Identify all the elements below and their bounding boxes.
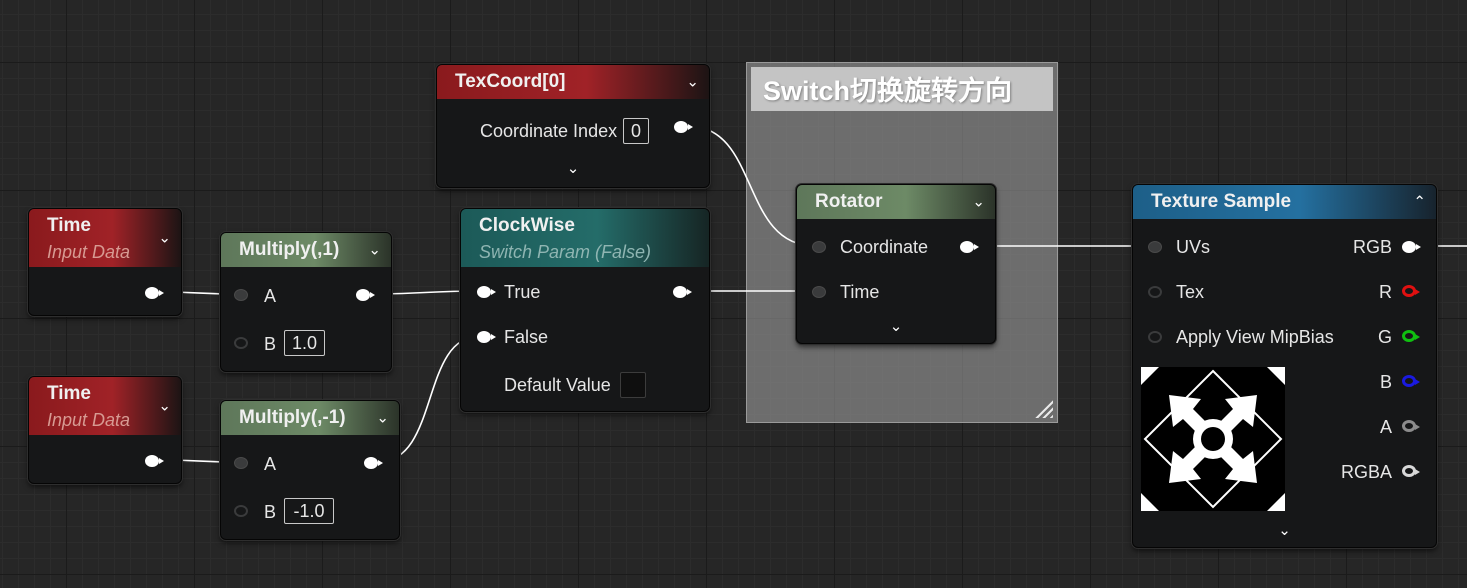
pin-false-label: False [504, 327, 549, 347]
pin-a-label: A [264, 454, 277, 474]
pin-a-output[interactable] [1402, 420, 1420, 432]
pin-b[interactable] [234, 505, 248, 517]
clockwise-output-pin[interactable] [673, 286, 692, 298]
pin-true[interactable] [477, 286, 496, 298]
clockwise-header[interactable]: ClockWise Switch Param (False) [461, 209, 709, 267]
pin-a-label: A [264, 286, 277, 306]
clockwise-switch-node[interactable]: ClockWise Switch Param (False) True Fals… [460, 208, 710, 412]
node-title: Multiply(,1) [239, 239, 340, 260]
chevron-down-icon[interactable]: ⌄ [158, 231, 171, 246]
pin-b-label: B [264, 502, 277, 522]
time-node-1[interactable]: Time Input Data ⌄ [28, 208, 182, 316]
multiply-output-pin[interactable] [364, 457, 383, 469]
chevron-down-icon[interactable]: ⌄ [972, 195, 985, 210]
coordinate-index-label: Coordinate Index [480, 121, 618, 141]
chevron-down-icon[interactable]: ⌄ [376, 411, 389, 426]
pin-true-label: True [504, 282, 541, 302]
texture-sample-node[interactable]: Texture Sample ⌃ UVs Tex Apply View MipB… [1132, 184, 1437, 548]
node-title: Texture Sample [1151, 191, 1292, 212]
node-title: Rotator [815, 191, 883, 212]
texcoord-header[interactable]: TexCoord[0] ⌄ [437, 65, 709, 99]
texture-sample-header[interactable]: Texture Sample ⌃ [1133, 185, 1436, 219]
pin-g-output[interactable] [1402, 330, 1420, 342]
multiply-output-pin[interactable] [356, 289, 375, 301]
node-title: Time [47, 383, 92, 404]
node-subtitle: Input Data [47, 242, 131, 262]
node-title: Time [47, 215, 92, 236]
pin-time[interactable] [812, 286, 826, 298]
output-rgb-label: RGB [1352, 237, 1392, 257]
pin-a[interactable] [234, 289, 248, 301]
chevron-down-icon[interactable]: ⌄ [1133, 521, 1436, 539]
output-g-label: G [1377, 327, 1392, 347]
multiply-header[interactable]: Multiply(,-1) ⌄ [221, 401, 399, 435]
time-output-pin[interactable] [145, 455, 164, 467]
rotator-output-pin[interactable] [960, 241, 979, 253]
time-header[interactable]: Time Input Data ⌄ [29, 209, 181, 267]
chevron-down-icon[interactable]: ⌄ [437, 159, 709, 177]
output-rgba-label: RGBA [1340, 462, 1392, 482]
pin-false[interactable] [477, 331, 496, 343]
time-header[interactable]: Time Input Data ⌄ [29, 377, 181, 435]
chevron-down-icon[interactable]: ⌄ [158, 399, 171, 414]
multiply-node-1[interactable]: Multiply(,1) ⌄ A B 1.0 [220, 232, 392, 372]
comment-title[interactable]: Switch切换旋转方向 [751, 67, 1053, 111]
pin-tex-label: Tex [1176, 282, 1205, 302]
node-subtitle: Input Data [47, 410, 131, 430]
default-value-checkbox[interactable] [620, 372, 646, 398]
pin-a[interactable] [234, 457, 248, 469]
pin-uvs[interactable] [1148, 241, 1162, 253]
coordinate-index-input[interactable]: 0 [623, 118, 649, 144]
multiply-header[interactable]: Multiply(,1) ⌄ [221, 233, 391, 267]
pin-time-label: Time [840, 282, 880, 302]
output-a-label: A [1379, 417, 1392, 437]
time-node-2[interactable]: Time Input Data ⌄ [28, 376, 182, 484]
pin-apply-view-mipbias-label: Apply View MipBias [1176, 327, 1334, 347]
texcoord-node[interactable]: TexCoord[0] ⌄ Coordinate Index 0 ⌄ [436, 64, 710, 188]
rotator-header[interactable]: Rotator ⌄ [797, 185, 995, 219]
node-title: ClockWise [479, 215, 575, 236]
b-value-input[interactable]: 1.0 [284, 330, 325, 356]
pin-rgb-output[interactable] [1402, 241, 1421, 253]
node-title: TexCoord[0] [455, 71, 566, 92]
default-value-label: Default Value [504, 375, 611, 395]
texture-preview [1141, 367, 1285, 511]
rotator-node[interactable]: Rotator ⌄ Coordinate Time ⌄ [796, 184, 996, 344]
chevron-up-icon[interactable]: ⌃ [1413, 195, 1426, 210]
resize-grip-icon[interactable] [1035, 400, 1053, 418]
time-output-pin[interactable] [145, 287, 164, 299]
pin-b[interactable] [234, 337, 248, 349]
pin-coordinate-label: Coordinate [840, 237, 929, 257]
pin-coordinate[interactable] [812, 241, 826, 253]
pin-b-output[interactable] [1402, 375, 1420, 387]
chevron-down-icon[interactable]: ⌄ [797, 317, 995, 335]
pin-uvs-label: UVs [1176, 237, 1211, 257]
output-b-label: B [1379, 372, 1392, 392]
texcoord-output-pin[interactable] [674, 121, 693, 133]
pin-b-label: B [264, 334, 277, 354]
b-value-input[interactable]: -1.0 [284, 498, 334, 524]
node-title: Multiply(,-1) [239, 407, 346, 428]
pin-apply-view-mipbias[interactable] [1148, 331, 1162, 343]
node-subtitle: Switch Param (False) [479, 242, 652, 262]
pin-tex[interactable] [1148, 286, 1162, 298]
pin-r-output[interactable] [1402, 285, 1420, 297]
multiply-node-2[interactable]: Multiply(,-1) ⌄ A B -1.0 [220, 400, 400, 540]
chevron-down-icon[interactable]: ⌄ [686, 75, 699, 90]
pin-rgba-output[interactable] [1402, 465, 1420, 477]
output-r-label: R [1379, 282, 1392, 302]
chevron-down-icon[interactable]: ⌄ [368, 243, 381, 258]
